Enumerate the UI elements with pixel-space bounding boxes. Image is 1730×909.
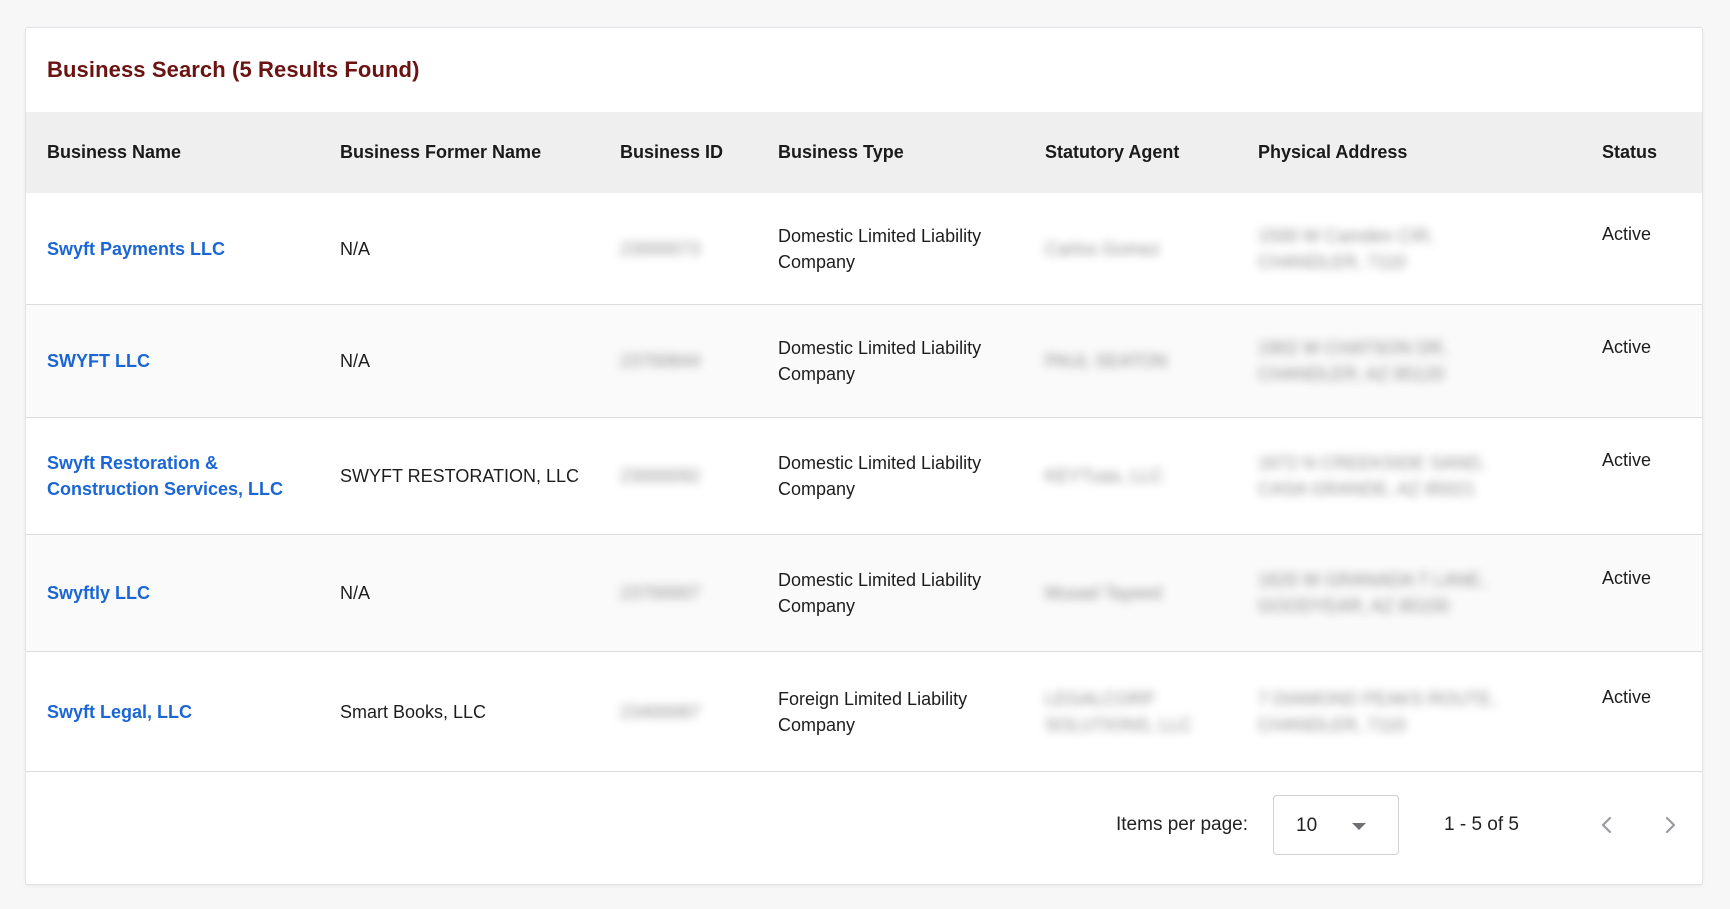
business-name-cell: Swyft Restoration & Construction Service… (47, 418, 312, 534)
statutory-agent: LEGALCORP SOLUTIONS, LLC (1045, 688, 1193, 735)
business-name-cell: Swyftly LLC (47, 535, 312, 651)
chevron-left-icon (1601, 816, 1612, 834)
business-type: Domestic Limited Liability Company (778, 338, 982, 384)
chevron-down-icon (1352, 823, 1366, 830)
table-row: Swyftly LLC N/A 23700007 Domestic Limite… (26, 535, 1702, 652)
business-name-link[interactable]: Swyft Payments LLC (47, 236, 225, 262)
statutory-agent-cell: KEYTuas, LLC (1045, 418, 1245, 534)
business-name-link[interactable]: Swyft Legal, LLC (47, 699, 192, 725)
business-former-name-cell: N/A (340, 305, 600, 417)
items-per-page-value: 10 (1296, 815, 1318, 836)
business-id: 23700844 (620, 351, 701, 371)
physical-address-cell: 1672 N CREEKSIDE SAND, CASA GRANDE, AZ 8… (1258, 418, 1498, 534)
statutory-agent-cell: Carlos Gomez (1045, 193, 1245, 304)
statutory-agent-cell: PAUL SEATON (1045, 305, 1245, 417)
business-type: Domestic Limited Liability Company (778, 570, 982, 616)
table-header: Business Name Business Former Name Busin… (26, 112, 1702, 193)
business-former-name-cell: N/A (340, 193, 600, 304)
business-name-link[interactable]: Swyft Restoration & Construction Service… (47, 450, 312, 502)
column-header-business-name: Business Name (47, 142, 182, 162)
status-text: Active (1602, 568, 1652, 588)
items-per-page-select[interactable]: 10 (1273, 795, 1399, 855)
business-id-cell: 23400087 (620, 652, 770, 771)
page-title: Business Search (5 Results Found) (47, 57, 420, 82)
business-former-name: SWYFT RESTORATION, LLC (340, 466, 580, 486)
physical-address-cell: 1902 W CHATSON DR, CHANDLER, AZ 85120 (1258, 305, 1498, 417)
status-cell: Active (1602, 652, 1692, 771)
statutory-agent: Musad Tayeed (1045, 583, 1162, 603)
table-row: SWYFT LLC N/A 23700844 Domestic Limited … (26, 305, 1702, 418)
business-former-name-cell: Smart Books, LLC (340, 652, 600, 771)
table-row: Swyft Restoration & Construction Service… (26, 418, 1702, 535)
statutory-agent: Carlos Gomez (1045, 238, 1161, 259)
business-id-cell: 23700844 (620, 305, 770, 417)
column-header-physical-address: Physical Address (1258, 142, 1408, 162)
business-id-cell: 23000073 (620, 193, 770, 304)
statutory-agent: PAUL SEATON (1045, 351, 1168, 371)
business-id: 23400087 (620, 701, 701, 722)
table-row: Swyft Legal, LLC Smart Books, LLC 234000… (26, 652, 1702, 772)
column-header-business-former-name: Business Former Name (340, 142, 542, 162)
business-former-name-cell: N/A (340, 535, 600, 651)
business-id-cell: 23700007 (620, 535, 770, 651)
business-type-cell: Domestic Limited Liability Company (778, 535, 1028, 651)
business-name-cell: Swyft Payments LLC (47, 193, 312, 304)
items-per-page-label: Items per page: (1116, 814, 1249, 835)
next-page-button[interactable] (1650, 805, 1690, 845)
business-type-cell: Domestic Limited Liability Company (778, 418, 1028, 534)
status-cell: Active (1602, 193, 1692, 304)
status-text: Active (1602, 337, 1652, 357)
physical-address-cell: 7 DIAMOND PEAKS ROUTE, CHANDLER, 7110 (1258, 652, 1498, 771)
column-header-business-type: Business Type (778, 142, 904, 162)
status-cell: Active (1602, 418, 1692, 534)
business-id: 23000073 (620, 238, 701, 259)
business-name-cell: SWYFT LLC (47, 305, 312, 417)
statutory-agent-cell: Musad Tayeed (1045, 535, 1245, 651)
column-header-statutory-agent: Statutory Agent (1045, 142, 1180, 162)
business-type: Domestic Limited Liability Company (778, 225, 982, 272)
statutory-agent: KEYTuas, LLC (1045, 466, 1164, 486)
pagination-range-label: 1 - 5 of 5 (1444, 814, 1519, 835)
status-text: Active (1602, 687, 1652, 707)
business-former-name: N/A (340, 238, 371, 259)
business-former-name: Smart Books, LLC (340, 701, 487, 722)
column-header-status: Status (1602, 142, 1658, 162)
statutory-agent-cell: LEGALCORP SOLUTIONS, LLC (1045, 652, 1245, 771)
status-cell: Active (1602, 305, 1692, 417)
status-text: Active (1602, 224, 1652, 244)
status-cell: Active (1602, 535, 1692, 651)
business-former-name: N/A (340, 583, 371, 603)
business-search-card: Business Search (5 Results Found) Busine… (25, 27, 1703, 885)
business-type-cell: Foreign Limited Liability Company (778, 652, 1028, 771)
business-type: Foreign Limited Liability Company (778, 688, 968, 735)
physical-address: 7 DIAMOND PEAKS ROUTE, CHANDLER, 7110 (1258, 688, 1497, 735)
business-name-link[interactable]: SWYFT LLC (47, 348, 150, 374)
physical-address-cell: 1620 W GRANADA T LANE, GOODYEAR, AZ 8510… (1258, 535, 1498, 651)
business-type-cell: Domestic Limited Liability Company (778, 305, 1028, 417)
business-name-link[interactable]: Swyftly LLC (47, 580, 150, 606)
physical-address: 1672 N CREEKSIDE SAND, CASA GRANDE, AZ 8… (1258, 453, 1486, 499)
business-name-cell: Swyft Legal, LLC (47, 652, 312, 771)
physical-address: 1500 W Camden CIR, CHANDLER, 7110 (1258, 225, 1435, 272)
business-type: Domestic Limited Liability Company (778, 453, 982, 499)
status-text: Active (1602, 450, 1652, 470)
pagination-bar: Items per page: 10 1 - 5 of 5 (26, 772, 1702, 884)
business-id: 23700007 (620, 583, 701, 603)
column-header-business-id: Business ID (620, 142, 724, 162)
business-type-cell: Domestic Limited Liability Company (778, 193, 1028, 304)
chevron-right-icon (1665, 816, 1676, 834)
business-former-name-cell: SWYFT RESTORATION, LLC (340, 418, 600, 534)
business-former-name: N/A (340, 351, 371, 371)
previous-page-button[interactable] (1587, 805, 1627, 845)
table-row: Swyft Payments LLC N/A 23000073 Domestic… (26, 193, 1702, 305)
business-id-cell: 23000092 (620, 418, 770, 534)
business-id: 23000092 (620, 466, 701, 486)
physical-address: 1620 W GRANADA T LANE, GOODYEAR, AZ 8510… (1258, 570, 1486, 616)
physical-address-cell: 1500 W Camden CIR, CHANDLER, 7110 (1258, 193, 1498, 304)
physical-address: 1902 W CHATSON DR, CHANDLER, AZ 85120 (1258, 338, 1448, 384)
